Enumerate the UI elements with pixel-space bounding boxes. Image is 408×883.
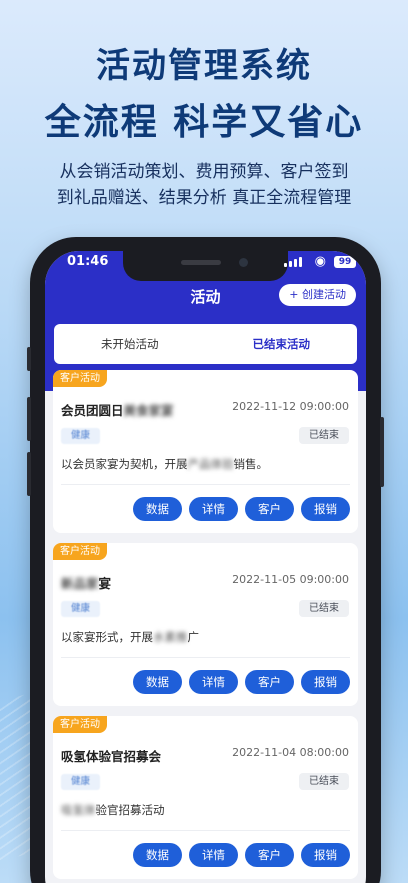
status-bar: 01:46 ◉ 99: [45, 251, 366, 281]
details-button[interactable]: 详情: [189, 497, 238, 521]
title-redacted: 新品家: [61, 576, 99, 591]
activity-title: 新品家宴: [61, 573, 111, 592]
wifi-icon: ◉: [314, 254, 326, 269]
phone-frame: 01:46 ◉ 99 活动 + 创建活动 未开始活动 已结束活动 客户活动 会员…: [27, 237, 384, 883]
data-button[interactable]: 数据: [133, 843, 182, 867]
activity-title: 吸氢体验官招募会: [61, 749, 162, 764]
hero-title: 活动管理系统: [96, 46, 312, 86]
title-redacted: 美食家宴: [123, 403, 174, 418]
speaker: [181, 260, 221, 265]
activity-type-tag: 客户活动: [53, 716, 107, 733]
card-actions: 数据 详情 客户 报销: [133, 843, 350, 867]
category-chip: 健康: [61, 601, 101, 617]
title-text: 宴: [98, 576, 112, 591]
app-screen: 01:46 ◉ 99 活动 + 创建活动 未开始活动 已结束活动 客户活动 会员…: [45, 251, 366, 883]
activity-type-tag: 客户活动: [53, 543, 107, 560]
card-actions: 数据 详情 客户 报销: [133, 497, 350, 521]
desc-redacted: 产品体验: [187, 457, 234, 471]
activity-description: 以会员家宴为契机，开展产品体验销售。: [61, 456, 268, 472]
card-actions: 数据 详情 客户 报销: [133, 670, 350, 694]
status-badge: 已结束: [299, 427, 349, 444]
activity-description: 吸氢体验官招募活动: [61, 802, 165, 818]
customers-button[interactable]: 客户: [245, 670, 294, 694]
activity-date: 2022-11-05 09:00:00: [232, 573, 349, 586]
desc-text: 以家宴形式，开展: [61, 630, 153, 644]
activity-card[interactable]: 客户活动 新品家宴 2022-11-05 09:00:00 健康 已结束 以家宴…: [53, 543, 358, 706]
data-button[interactable]: 数据: [133, 497, 182, 521]
desc-end: 广: [187, 630, 200, 644]
signal-icon: [284, 257, 302, 267]
front-camera: [239, 258, 248, 267]
category-chip: 健康: [61, 428, 101, 444]
power-button: [380, 417, 384, 487]
title-text: 会员团圆日: [61, 403, 124, 418]
hero-description-line2: 到礼品赠送、结果分析 真正全流程管理: [56, 188, 352, 208]
desc-redacted: 水素推: [153, 630, 188, 644]
notch: [123, 251, 288, 281]
volume-down-button: [27, 452, 31, 496]
divider: [61, 830, 350, 831]
tab-ended[interactable]: 已结束活动: [206, 324, 358, 364]
status-badge: 已结束: [299, 773, 349, 790]
desc-end: 销售。: [233, 457, 269, 471]
tab-not-started[interactable]: 未开始活动: [54, 324, 206, 364]
create-activity-button[interactable]: + 创建活动: [279, 284, 356, 306]
divider: [61, 484, 350, 485]
desc-text: 验官招募活动: [95, 803, 165, 817]
reimburse-button[interactable]: 报销: [301, 497, 350, 521]
details-button[interactable]: 详情: [189, 670, 238, 694]
activity-title: 会员团圆日美食家宴: [61, 400, 174, 419]
activity-date: 2022-11-12 09:00:00: [232, 400, 349, 413]
mute-switch: [27, 347, 31, 371]
customers-button[interactable]: 客户: [245, 843, 294, 867]
desc-text: 以会员家宴为契机，开展: [61, 457, 188, 471]
customers-button[interactable]: 客户: [245, 497, 294, 521]
activity-card[interactable]: 客户活动 吸氢体验官招募会 2022-11-04 08:00:00 健康 已结束…: [53, 716, 358, 879]
details-button[interactable]: 详情: [189, 843, 238, 867]
status-time: 01:46: [67, 254, 109, 269]
activity-type-tag: 客户活动: [53, 370, 107, 387]
activity-description: 以家宴形式，开展水素推广: [61, 629, 199, 645]
activity-card[interactable]: 客户活动 会员团圆日美食家宴 2022-11-12 09:00:00 健康 已结…: [53, 370, 358, 533]
activity-tabs: 未开始活动 已结束活动: [54, 324, 357, 364]
status-badge: 已结束: [299, 600, 349, 617]
data-button[interactable]: 数据: [133, 670, 182, 694]
battery-icon: 99: [334, 256, 356, 268]
divider: [61, 657, 350, 658]
hero-slogan: 全流程 科学又省心: [44, 102, 364, 143]
volume-up-button: [27, 397, 31, 441]
category-chip: 健康: [61, 774, 101, 790]
hero-description: 从会销活动策划、费用预算、客户签到 到礼品赠送、结果分析 真正全流程管理: [0, 159, 408, 211]
activity-date: 2022-11-04 08:00:00: [232, 746, 349, 759]
reimburse-button[interactable]: 报销: [301, 843, 350, 867]
desc-redacted: 吸氢体: [61, 803, 96, 817]
hero-description-line1: 从会销活动策划、费用预算、客户签到: [59, 162, 349, 182]
reimburse-button[interactable]: 报销: [301, 670, 350, 694]
hero-section: 活动管理系统 全流程 科学又省心 从会销活动策划、费用预算、客户签到 到礼品赠送…: [0, 0, 408, 211]
